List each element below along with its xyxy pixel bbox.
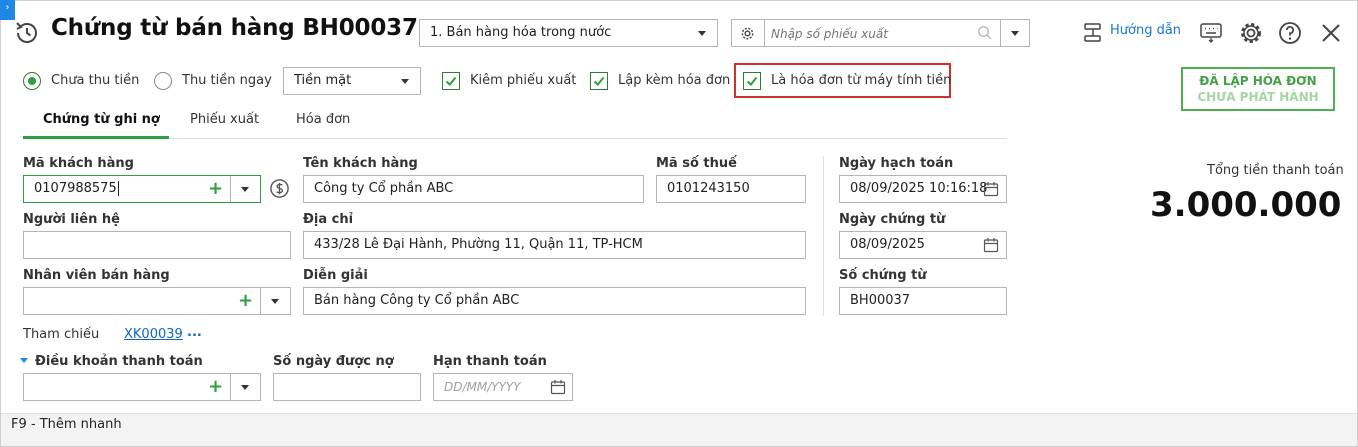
divider [230, 374, 231, 400]
section-divider [823, 156, 824, 316]
cash-register-invoice-checkbox[interactable] [743, 72, 761, 90]
voucher-date-label: Ngày chứng từ [839, 212, 946, 227]
with-invoice-label: Lập kèm hóa đơn [618, 73, 731, 88]
posting-date-label: Ngày hạch toán [839, 156, 954, 171]
chevron-down-icon[interactable] [241, 385, 249, 390]
chevron-down-icon [698, 31, 706, 36]
add-payment-terms-icon[interactable]: + [208, 378, 223, 396]
address-input[interactable]: 433/28 Lê Đại Hành, Phường 11, Quận 11, … [303, 231, 806, 259]
sale-type-select[interactable]: 1. Bán hàng hóa trong nước [419, 19, 718, 47]
credit-days-label: Số ngày được nợ [273, 354, 394, 369]
expand-corner-button[interactable]: › [0, 0, 15, 20]
with-invoice-checkbox[interactable] [590, 72, 608, 90]
guide-link[interactable]: Hướng dẫn [1110, 23, 1181, 38]
add-salesperson-icon[interactable]: + [238, 292, 253, 310]
help-icon[interactable] [1277, 20, 1303, 46]
posting-date-input[interactable]: 08/09/2025 10:16:18 [839, 175, 1007, 203]
voucher-no-label: Số chứng từ [839, 268, 927, 283]
voucher-no-value: BH00037 [850, 293, 911, 308]
divider [230, 176, 231, 202]
gear-icon[interactable] [740, 26, 755, 41]
tab-divider [169, 138, 1007, 139]
calendar-icon[interactable] [983, 237, 999, 253]
chevron-down-icon[interactable] [1011, 31, 1019, 36]
tax-code-label: Mã số thuế [656, 156, 737, 171]
quick-add-hint: F9 - Thêm nhanh [11, 417, 122, 432]
paid-now-radio[interactable] [154, 72, 172, 90]
calendar-icon[interactable] [983, 181, 999, 197]
calendar-icon[interactable] [550, 379, 566, 395]
sale-type-value: 1. Bán hàng hóa trong nước [430, 25, 612, 40]
voucher-date-input[interactable]: 08/09/2025 [839, 231, 1007, 259]
unpaid-radio[interactable] [23, 72, 41, 90]
divider [1000, 20, 1001, 46]
dollar-circle-icon[interactable] [269, 178, 290, 199]
keyboard-icon[interactable] [1199, 22, 1223, 44]
voucher-date-value: 08/09/2025 [850, 237, 925, 252]
total-label: Tổng tiền thanh toán [1207, 163, 1344, 178]
status-line-1: ĐÃ LẬP HÓA ĐƠN [1199, 74, 1317, 88]
description-value: Bán hàng Công ty Cổ phần ABC [314, 293, 520, 308]
tab-debit-voucher[interactable]: Chứng từ ghi nợ [43, 112, 160, 127]
contact-label: Người liên hệ [23, 212, 120, 227]
customer-name-input[interactable]: Công ty Cổ phần ABC [303, 175, 644, 203]
cash-register-invoice-label: Là hóa đơn từ máy tính tiền [771, 73, 952, 88]
search-icon[interactable] [977, 25, 993, 41]
customer-name-value: Công ty Cổ phần ABC [314, 181, 454, 196]
chevron-down-icon [401, 79, 409, 84]
payment-terms-input[interactable] [23, 373, 261, 401]
status-line-2: CHƯA PHÁT HÀNH [1197, 90, 1319, 104]
due-date-placeholder: DD/MM/YYYY [444, 380, 521, 394]
tax-code-input[interactable]: 0101243150 [656, 175, 806, 203]
tab-invoice[interactable]: Hóa đơn [296, 112, 350, 127]
address-label: Địa chỉ [303, 212, 354, 227]
customer-code-input[interactable]: 0107988575 [23, 175, 261, 203]
payment-terms-label: Điều khoản thanh toán [35, 354, 203, 369]
divider [260, 288, 261, 314]
with-delivery-checkbox[interactable] [442, 72, 460, 90]
chevron-down-icon[interactable] [241, 187, 249, 192]
reference-label: Tham chiếu [23, 327, 100, 342]
description-label: Diễn giải [303, 268, 368, 283]
text-cursor [117, 181, 119, 196]
reference-link[interactable]: XK00039 [124, 327, 183, 342]
salesperson-label: Nhân viên bán hàng [23, 268, 170, 283]
close-icon[interactable] [1320, 22, 1342, 44]
active-tab-indicator [23, 136, 169, 139]
total-amount: 3.000.000 [1150, 185, 1342, 225]
paid-now-label: Thu tiền ngay [182, 73, 272, 88]
contact-input[interactable] [23, 231, 291, 259]
unpaid-label: Chưa thu tiền [51, 73, 140, 88]
due-date-label: Hạn thanh toán [433, 354, 547, 369]
chevron-down-icon[interactable] [271, 299, 279, 304]
payment-method-value: Tiền mặt [294, 73, 352, 88]
reference-more-button[interactable]: ... [187, 325, 202, 340]
credit-days-input[interactable] [273, 373, 421, 401]
description-input[interactable]: Bán hàng Công ty Cổ phần ABC [303, 287, 806, 315]
address-value: 433/28 Lê Đại Hành, Phường 11, Quận 11, … [314, 237, 643, 252]
page-title: Chứng từ bán hàng BH00037 [51, 15, 418, 41]
with-delivery-label: Kiêm phiếu xuất [470, 73, 577, 88]
delivery-search-input[interactable] [771, 24, 971, 44]
settings-gear-icon[interactable] [1238, 20, 1264, 46]
divider [764, 20, 765, 46]
customer-code-value: 0107988575 [34, 181, 117, 196]
invoice-status-badge: ĐÃ LẬP HÓA ĐƠN CHƯA PHÁT HÀNH [1181, 67, 1335, 111]
tax-code-value: 0101243150 [667, 181, 750, 196]
collapse-triangle-icon[interactable] [20, 358, 28, 363]
history-icon[interactable] [14, 20, 40, 46]
customer-name-label: Tên khách hàng [303, 156, 418, 171]
voucher-no-input[interactable]: BH00037 [839, 287, 1007, 315]
posting-date-value: 08/09/2025 10:16:18 [850, 181, 988, 196]
add-customer-icon[interactable]: + [208, 180, 223, 198]
tab-delivery-note[interactable]: Phiếu xuất [190, 112, 259, 127]
footer-bar: F9 - Thêm nhanh [1, 413, 1357, 446]
customer-code-label: Mã khách hàng [23, 156, 134, 171]
route-guide-icon[interactable] [1081, 21, 1105, 45]
